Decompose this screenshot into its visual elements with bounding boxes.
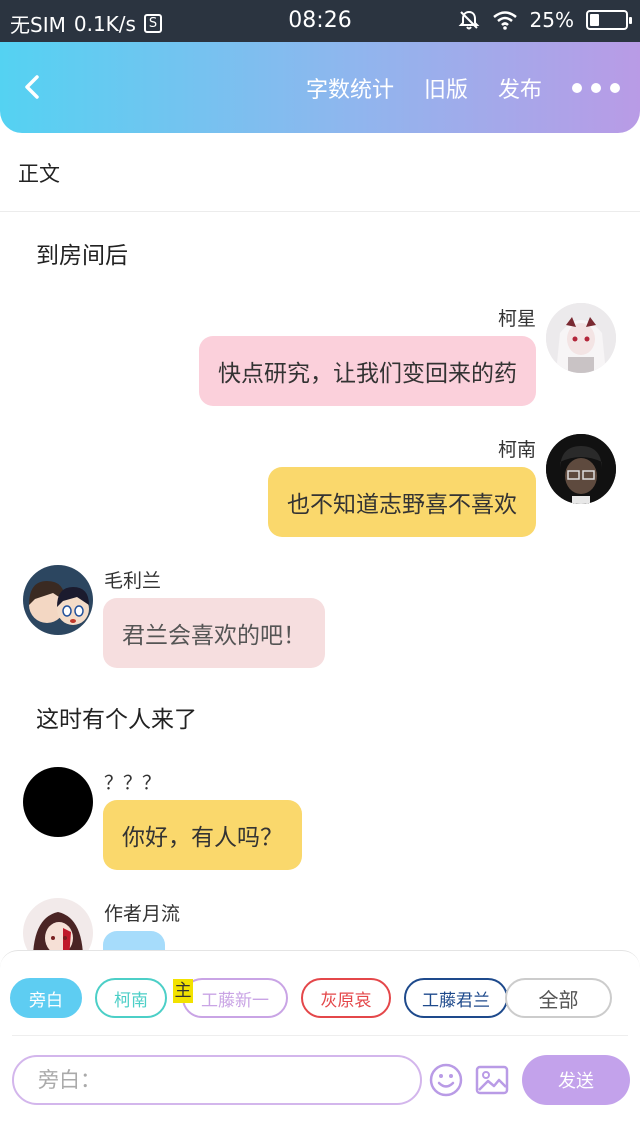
old-version-button[interactable]: 旧版 — [424, 72, 468, 104]
status-bar: 无SIM 0.1K/s S 08:26 25% — [0, 0, 640, 42]
avatar[interactable] — [23, 767, 93, 837]
narration-text[interactable]: 到房间后 — [36, 236, 128, 270]
speaker-name: 毛利兰 — [104, 570, 162, 592]
avatar-conan-image — [546, 434, 616, 504]
divider — [12, 1035, 628, 1036]
speaker-name: 柯星 — [497, 308, 536, 330]
speaker-name: 作者月流 — [104, 903, 181, 925]
status-right: 25% — [458, 8, 632, 32]
battery-percent: 25% — [529, 8, 574, 32]
top-app-bar: 字数统计 旧版 发布 — [0, 42, 640, 133]
avatar[interactable] — [23, 565, 93, 635]
message-bubble[interactable]: 你好，有人吗？ — [103, 800, 302, 870]
character-chip-kudo-junlan[interactable]: 工藤君兰 — [404, 978, 508, 1018]
narration-text[interactable]: 这时有个人来了 — [36, 700, 197, 734]
character-chip-narrator[interactable]: 旁白 — [10, 978, 82, 1018]
message-bubble[interactable]: 快点研究，让我们变回来的药 — [199, 336, 536, 406]
alarm-off-icon — [458, 10, 479, 30]
avatar-kexing-image — [546, 303, 616, 373]
character-chip-kudo-shinichi[interactable]: 工藤新一 — [182, 978, 288, 1018]
main-character-tag: 主 — [173, 979, 193, 1003]
more-dots-icon[interactable] — [572, 82, 620, 93]
input-panel: 旁白 柯南 工藤新一 主 灰原哀 工藤君兰 全部 发送 — [0, 950, 640, 1138]
message-bubble[interactable]: 君兰会喜欢的吧！ — [103, 598, 325, 668]
message-input[interactable] — [12, 1055, 422, 1105]
avatar[interactable] — [546, 434, 616, 504]
image-icon[interactable] — [475, 1063, 509, 1097]
divider — [0, 211, 640, 212]
chevron-left-icon[interactable] — [20, 74, 46, 100]
header-actions: 字数统计 旧版 发布 — [306, 42, 640, 133]
speaker-name: 柯南 — [497, 439, 536, 461]
message-bubble[interactable]: 也不知道志野喜不喜欢 — [268, 467, 536, 537]
speaker-name: ？？？ — [104, 772, 162, 794]
send-button[interactable]: 发送 — [522, 1055, 630, 1105]
publish-button[interactable]: 发布 — [498, 72, 542, 104]
avatar[interactable] — [546, 303, 616, 373]
smile-icon[interactable] — [429, 1063, 463, 1097]
body-section-label: 正文 — [18, 162, 60, 186]
battery-icon — [586, 10, 632, 30]
battery-level — [590, 14, 599, 26]
all-characters-button[interactable]: 全部 — [505, 978, 612, 1018]
word-count-button[interactable]: 字数统计 — [306, 72, 394, 104]
avatar-ran-image — [23, 565, 93, 635]
character-chip-conan[interactable]: 柯南 — [95, 978, 167, 1018]
character-chip-haibara[interactable]: 灰原哀 — [301, 978, 391, 1018]
wifi-icon — [492, 11, 517, 30]
